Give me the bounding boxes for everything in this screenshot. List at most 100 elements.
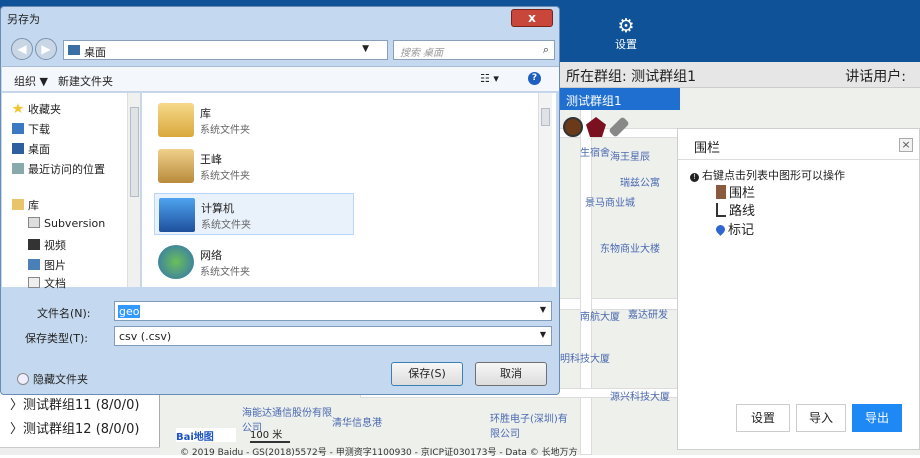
map-poi[interactable]: 清华信息港 [332,414,382,429]
circle-tool-icon[interactable] [563,117,583,137]
library-folder-icon [158,103,194,137]
map-poi[interactable]: 东物商业大楼 [600,240,660,255]
map-poi[interactable]: 海王星辰 [610,148,650,163]
help-icon[interactable]: ? [528,72,541,85]
sidebar-scrollbar[interactable] [127,93,140,287]
map-toolbar [563,116,630,139]
fence-tree-hint: ! 右键点击列表中图形可以操作 [690,167,845,183]
search-icon[interactable]: ⌕ [543,43,549,57]
search-box[interactable]: 搜索 桌面 ⌕ [393,40,555,60]
tree-item-label: 标记 [728,223,755,238]
file-name: 网络 [200,249,222,262]
dialog-title: 另存为 [7,13,40,26]
back-icon[interactable]: ◀ [11,38,33,60]
chevron-down-icon[interactable]: ▼ [362,44,369,54]
tree-item-fence[interactable]: 围栏 [716,182,755,201]
sidebar-item-libraries[interactable]: 库 [12,197,39,213]
network-icon [158,245,194,279]
group-list-item[interactable]: 〉测试群组11 (8/0/0) [10,394,139,413]
info-icon: ! [690,173,699,182]
map-poi[interactable]: 明科技大厦 [560,350,610,365]
filename-value: geo [118,305,141,318]
filetype-select[interactable]: csv (.csv) ▼ [114,326,552,346]
hint-text: 右键点击列表中图形可以操作 [702,169,845,182]
save-as-dialog: 另存为 x ◀ ▶ 桌面 ▼ 搜索 桌面 ⌕ 组织 ▼ 新建文件夹 ☷ ▾ ? … [0,6,560,395]
map-poi[interactable]: 景马商业城 [585,194,635,209]
download-folder-icon [12,123,24,134]
view-icon[interactable]: ☷ ▾ [480,72,499,85]
nav-buttons: ◀ ▶ [11,38,59,60]
file-name: 王峰 [200,153,222,166]
polygon-tool-icon[interactable] [586,117,606,137]
sidebar-item-pictures[interactable]: 图片 [28,257,66,273]
cancel-button[interactable]: 取消 [475,362,547,386]
import-button[interactable]: 导入 [796,404,846,432]
fence-panel: 围栏 × ! 右键点击列表中图形可以操作 围栏 路线 标记 设置 导入 导出 [677,128,920,450]
file-list: 库 系统文件夹 王峰 系统文件夹 计算机 系统文件夹 网络 系统文件夹 [142,93,556,287]
close-icon[interactable]: × [899,138,913,152]
gear-icon: ⚙ [617,15,635,37]
settings-button[interactable]: 设置 [736,404,790,432]
new-folder-button[interactable]: 新建文件夹 [58,73,113,89]
file-item-user[interactable]: 王峰 系统文件夹 [154,145,354,187]
computer-icon [159,198,195,232]
group-info-bar: 所在群组: 测试群组1 讲话用户: [560,62,920,88]
sidebar-item-desktop[interactable]: 桌面 [12,141,50,157]
group-title-tab[interactable]: 测试群组1 [560,88,680,110]
scrollbar-thumb[interactable] [541,108,550,126]
sidebar-item-subversion[interactable]: Subversion [28,217,105,230]
file-type: 系统文件夹 [200,267,250,278]
file-item-library[interactable]: 库 系统文件夹 [154,99,354,141]
sidebar-item-recent[interactable]: 最近访问的位置 [12,161,105,177]
save-button[interactable]: 保存(S) [391,362,463,386]
divider [678,159,919,160]
filename-input[interactable]: geo ▼ [114,301,552,321]
tree-item-route[interactable]: 路线 [716,200,755,219]
file-item-network[interactable]: 网络 系统文件夹 [154,241,354,283]
group-list-item[interactable]: 〉测试群组12 (8/0/0) [10,418,139,437]
file-type: 系统文件夹 [201,220,251,231]
forward-icon[interactable]: ▶ [35,38,57,60]
map-copyright: © 2019 Baidu - GS(2018)5572号 - 甲测资字11009… [180,448,578,458]
filetype-label: 保存类型(T): [25,332,89,345]
document-icon [28,277,40,288]
document-icon [28,217,40,228]
filetype-value: csv (.csv) [119,330,172,343]
recent-places-icon [12,163,24,174]
map-poi[interactable]: 生宿舍 [580,144,610,159]
close-button[interactable]: x [511,9,553,27]
marker-icon [714,223,727,236]
star-icon [12,103,24,114]
video-icon [28,239,40,250]
baidu-logo: Bai地图 [176,428,236,443]
file-list-scrollbar[interactable] [538,93,552,287]
filename-label: 文件名(N): [37,307,91,320]
file-type: 系统文件夹 [200,125,250,136]
file-name: 库 [200,107,211,120]
user-folder-icon [158,149,194,183]
export-button[interactable]: 导出 [852,404,902,432]
sidebar-item-videos[interactable]: 视频 [28,237,66,253]
map-poi[interactable]: 源兴科技大厦 [610,388,670,403]
address-bar[interactable]: 桌面 ▼ [63,40,388,60]
navigation-pane: 收藏夹 下载 桌面 最近访问的位置 库 Subversion 视频 图片 文档 [2,93,141,290]
map-poi[interactable]: 环胜电子(深圳)有限公司 [490,410,570,440]
sidebar-item-favorites[interactable]: 收藏夹 [12,101,61,117]
tree-item-marker[interactable]: 标记 [714,219,755,238]
organize-menu[interactable]: 组织 ▼ [14,73,48,89]
chevron-down-icon[interactable]: ▼ [540,330,546,339]
hide-folders-toggle[interactable]: 隐藏文件夹 [17,371,88,387]
map-poi[interactable]: 南航大厦 [580,308,620,323]
fence-panel-title: 围栏 [694,141,721,156]
address-text: 桌面 [84,46,106,59]
file-name: 计算机 [201,202,234,215]
sidebar-item-downloads[interactable]: 下载 [12,121,50,137]
sidebar-item-documents[interactable]: 文档 [28,275,66,291]
horizontal-scrollbar[interactable] [0,447,160,455]
map-poi[interactable]: 嘉达研发 [628,306,668,321]
map-poi[interactable]: 瑞兹公寓 [620,174,660,189]
file-item-computer[interactable]: 计算机 系统文件夹 [154,193,354,235]
settings-nav-button[interactable]: ⚙ 设置 [606,16,646,52]
chevron-down-icon[interactable]: ▼ [540,305,546,314]
scrollbar-thumb[interactable] [130,107,139,197]
